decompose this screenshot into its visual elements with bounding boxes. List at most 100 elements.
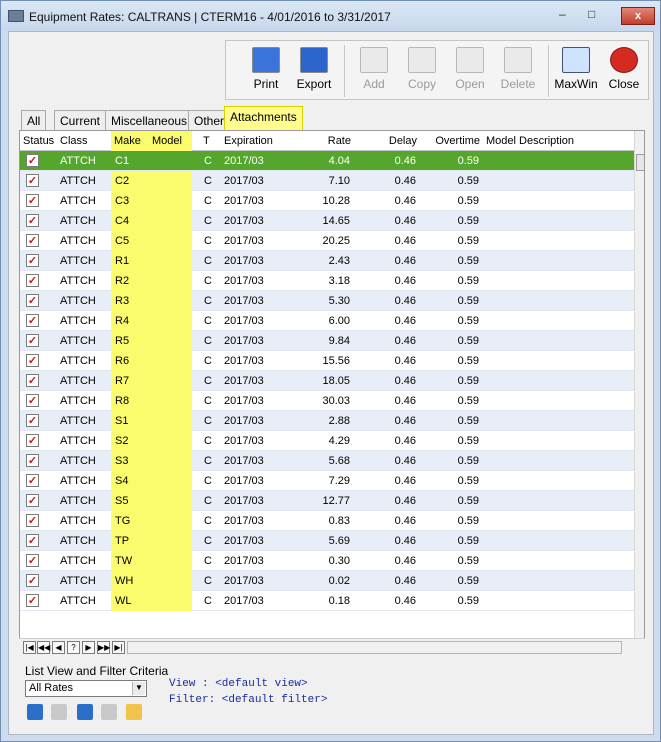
rate-cell[interactable]: 30.03 bbox=[282, 391, 350, 411]
status-checkbox[interactable]: ✓ bbox=[26, 334, 39, 347]
type-cell[interactable]: C bbox=[204, 271, 221, 291]
type-cell[interactable]: C bbox=[204, 211, 221, 231]
print-button[interactable]: Print bbox=[242, 47, 290, 97]
expiration-cell[interactable]: 2017/03 bbox=[224, 351, 282, 371]
delay-cell[interactable]: 0.46 bbox=[354, 251, 416, 271]
delay-cell[interactable]: 0.46 bbox=[354, 191, 416, 211]
model-description-cell[interactable] bbox=[486, 511, 634, 531]
type-cell[interactable]: C bbox=[204, 231, 221, 251]
expiration-cell[interactable]: 2017/03 bbox=[224, 271, 282, 291]
last-page-icon[interactable]: ▶| bbox=[112, 641, 125, 654]
model-cell[interactable] bbox=[152, 171, 192, 191]
column-overtime[interactable]: Overtime bbox=[420, 131, 483, 151]
type-cell[interactable]: C bbox=[204, 311, 221, 331]
class-cell[interactable]: ATTCH bbox=[60, 191, 110, 211]
model-description-cell[interactable] bbox=[486, 291, 634, 311]
model-cell[interactable] bbox=[152, 291, 192, 311]
delay-cell[interactable]: 0.46 bbox=[354, 291, 416, 311]
overtime-cell[interactable]: 0.59 bbox=[420, 471, 479, 491]
overtime-cell[interactable]: 0.59 bbox=[420, 171, 479, 191]
rate-cell[interactable]: 14.65 bbox=[282, 211, 350, 231]
table-row[interactable]: ✓ ATTCH S2 C 2017/03 4.29 0.46 0.59 bbox=[20, 431, 634, 451]
equipment-grid[interactable]: Status Class Make Model T Expiration Rat… bbox=[19, 130, 645, 655]
make-cell[interactable]: C5 bbox=[115, 231, 149, 251]
model-cell[interactable] bbox=[152, 271, 192, 291]
overtime-cell[interactable]: 0.59 bbox=[420, 511, 479, 531]
type-cell[interactable]: C bbox=[204, 531, 221, 551]
overtime-cell[interactable]: 0.59 bbox=[420, 271, 479, 291]
delay-cell[interactable]: 0.46 bbox=[354, 351, 416, 371]
delete-button[interactable]: Delete bbox=[494, 47, 542, 97]
class-cell[interactable]: ATTCH bbox=[60, 171, 110, 191]
overtime-cell[interactable]: 0.59 bbox=[420, 451, 479, 471]
make-cell[interactable]: R7 bbox=[115, 371, 149, 391]
model-description-cell[interactable] bbox=[486, 411, 634, 431]
type-cell[interactable]: C bbox=[204, 451, 221, 471]
delay-cell[interactable]: 0.46 bbox=[354, 271, 416, 291]
model-description-cell[interactable] bbox=[486, 271, 634, 291]
status-checkbox[interactable]: ✓ bbox=[26, 174, 39, 187]
overtime-cell[interactable]: 0.59 bbox=[420, 491, 479, 511]
delay-cell[interactable]: 0.46 bbox=[354, 571, 416, 591]
delay-cell[interactable]: 0.46 bbox=[354, 311, 416, 331]
model-description-cell[interactable] bbox=[486, 471, 634, 491]
rate-cell[interactable]: 15.56 bbox=[282, 351, 350, 371]
status-checkbox[interactable]: ✓ bbox=[26, 594, 39, 607]
type-cell[interactable]: C bbox=[204, 391, 221, 411]
expiration-cell[interactable]: 2017/03 bbox=[224, 471, 282, 491]
status-checkbox[interactable]: ✓ bbox=[26, 394, 39, 407]
table-row[interactable]: ✓ ATTCH S5 C 2017/03 12.77 0.46 0.59 bbox=[20, 491, 634, 511]
class-cell[interactable]: ATTCH bbox=[60, 351, 110, 371]
rate-cell[interactable]: 7.10 bbox=[282, 171, 350, 191]
model-description-cell[interactable] bbox=[486, 311, 634, 331]
type-cell[interactable]: C bbox=[204, 191, 221, 211]
model-description-cell[interactable] bbox=[486, 591, 634, 611]
table-row[interactable]: ✓ ATTCH TW C 2017/03 0.30 0.46 0.59 bbox=[20, 551, 634, 571]
rate-cell[interactable]: 10.28 bbox=[282, 191, 350, 211]
class-cell[interactable]: ATTCH bbox=[60, 311, 110, 331]
view-icon[interactable] bbox=[27, 704, 43, 720]
delay-cell[interactable]: 0.46 bbox=[354, 491, 416, 511]
vertical-scroll-thumb[interactable] bbox=[636, 154, 644, 171]
open-button[interactable]: Open bbox=[446, 47, 494, 97]
make-cell[interactable]: R6 bbox=[115, 351, 149, 371]
model-description-cell[interactable] bbox=[486, 551, 634, 571]
table-row[interactable]: ✓ ATTCH S1 C 2017/03 2.88 0.46 0.59 bbox=[20, 411, 634, 431]
make-cell[interactable]: C4 bbox=[115, 211, 149, 231]
type-cell[interactable]: C bbox=[204, 371, 221, 391]
class-cell[interactable]: ATTCH bbox=[60, 451, 110, 471]
model-description-cell[interactable] bbox=[486, 431, 634, 451]
expiration-cell[interactable]: 2017/03 bbox=[224, 231, 282, 251]
status-checkbox[interactable]: ✓ bbox=[26, 474, 39, 487]
status-checkbox[interactable]: ✓ bbox=[26, 574, 39, 587]
status-checkbox[interactable]: ✓ bbox=[26, 514, 39, 527]
first-page-icon[interactable]: |◀ bbox=[23, 641, 36, 654]
column-status[interactable]: Status bbox=[20, 131, 57, 151]
clear-filter-icon[interactable] bbox=[101, 704, 117, 720]
overtime-cell[interactable]: 0.59 bbox=[420, 371, 479, 391]
rate-cell[interactable]: 5.69 bbox=[282, 531, 350, 551]
overtime-cell[interactable]: 0.59 bbox=[420, 291, 479, 311]
minimize-button[interactable]: – bbox=[559, 7, 566, 21]
close-window-button[interactable]: x bbox=[621, 7, 655, 25]
make-cell[interactable]: R1 bbox=[115, 251, 149, 271]
make-cell[interactable]: R3 bbox=[115, 291, 149, 311]
make-cell[interactable]: TW bbox=[115, 551, 149, 571]
tab-miscellaneous[interactable]: Miscellaneous bbox=[105, 110, 194, 131]
expiration-cell[interactable]: 2017/03 bbox=[224, 191, 282, 211]
add-button[interactable]: Add bbox=[350, 47, 398, 97]
chevron-down-icon[interactable]: ▼ bbox=[132, 682, 145, 695]
search-icon[interactable] bbox=[126, 704, 142, 720]
expiration-cell[interactable]: 2017/03 bbox=[224, 451, 282, 471]
column-model-description[interactable]: Model Description bbox=[483, 131, 635, 151]
class-cell[interactable]: ATTCH bbox=[60, 151, 110, 171]
rate-cell[interactable]: 0.30 bbox=[282, 551, 350, 571]
overtime-cell[interactable]: 0.59 bbox=[420, 311, 479, 331]
help-icon[interactable]: ? bbox=[67, 641, 80, 654]
refresh-icon[interactable] bbox=[51, 704, 67, 720]
rate-cell[interactable]: 18.05 bbox=[282, 371, 350, 391]
overtime-cell[interactable]: 0.59 bbox=[420, 551, 479, 571]
rate-cell[interactable]: 4.04 bbox=[282, 151, 350, 171]
status-checkbox[interactable]: ✓ bbox=[26, 214, 39, 227]
table-row[interactable]: ✓ ATTCH R7 C 2017/03 18.05 0.46 0.59 bbox=[20, 371, 634, 391]
